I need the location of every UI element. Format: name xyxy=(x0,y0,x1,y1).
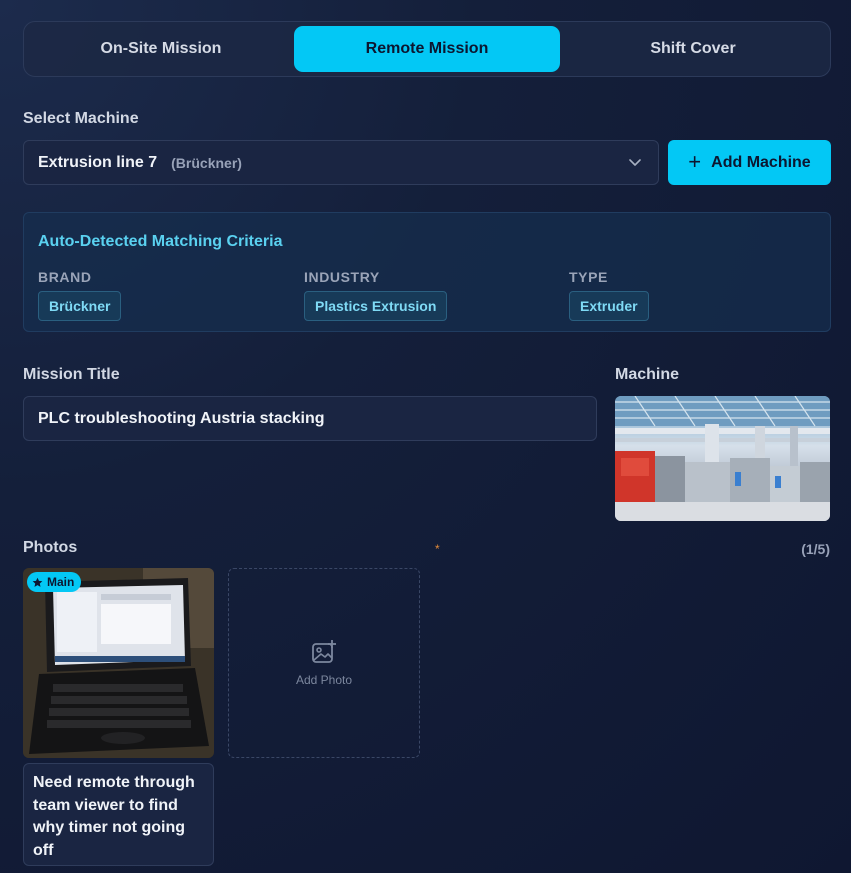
add-machine-button[interactable]: + Add Machine xyxy=(668,140,831,185)
criteria-brand: BRAND Brückner xyxy=(38,269,122,321)
main-photo-badge: Main xyxy=(27,572,82,592)
add-photo-button[interactable]: Add Photo xyxy=(228,568,420,758)
machine-select-brand: (Brückner) xyxy=(171,154,242,171)
mission-title-input[interactable]: PLC troubleshooting Austria stacking xyxy=(23,396,597,441)
plus-icon: + xyxy=(688,148,702,174)
machine-select-value: Extrusion line 7 xyxy=(38,153,158,171)
mission-type-tabs: On-Site Mission Remote Mission Shift Cov… xyxy=(23,21,831,77)
criteria-type-chip: Extruder xyxy=(569,291,649,321)
tab-on-site-mission[interactable]: On-Site Mission xyxy=(28,26,294,72)
machine-label: Machine xyxy=(615,366,680,383)
add-machine-label: Add Machine xyxy=(711,153,811,171)
machine-select[interactable]: Extrusion line 7 (Brückner) xyxy=(23,140,659,185)
chevron-down-icon xyxy=(629,159,641,166)
select-machine-label: Select Machine xyxy=(23,110,139,127)
required-marker: * xyxy=(435,542,440,556)
criteria-brand-chip: Brückner xyxy=(38,291,122,321)
factory-illustration xyxy=(615,396,830,521)
criteria-industry: INDUSTRY Plastics Extrusion xyxy=(304,269,448,321)
photo-count: (1/5) xyxy=(801,541,830,557)
criteria-type-heading: TYPE xyxy=(569,269,608,285)
mission-title-label: Mission Title xyxy=(23,366,120,383)
criteria-title: Auto-Detected Matching Criteria xyxy=(38,233,283,250)
photos-label: Photos xyxy=(23,539,78,556)
tab-shift-cover[interactable]: Shift Cover xyxy=(560,26,826,72)
criteria-industry-chip: Plastics Extrusion xyxy=(304,291,448,321)
main-photo[interactable]: Main xyxy=(23,568,214,758)
laptop-photo-illustration xyxy=(23,568,214,758)
main-badge-label: Main xyxy=(47,575,75,589)
add-image-icon xyxy=(312,640,336,663)
photo-caption-input[interactable]: Need remote through team viewer to find … xyxy=(23,763,214,866)
machine-image[interactable] xyxy=(615,396,830,521)
criteria-brand-heading: BRAND xyxy=(38,269,92,285)
criteria-industry-heading: INDUSTRY xyxy=(304,269,380,285)
criteria-type: TYPE Extruder xyxy=(569,269,649,321)
tab-remote-mission[interactable]: Remote Mission xyxy=(294,26,560,72)
matching-criteria-card: Auto-Detected Matching Criteria BRAND Br… xyxy=(23,212,831,332)
add-photo-label: Add Photo xyxy=(295,673,353,687)
star-icon xyxy=(32,577,43,587)
